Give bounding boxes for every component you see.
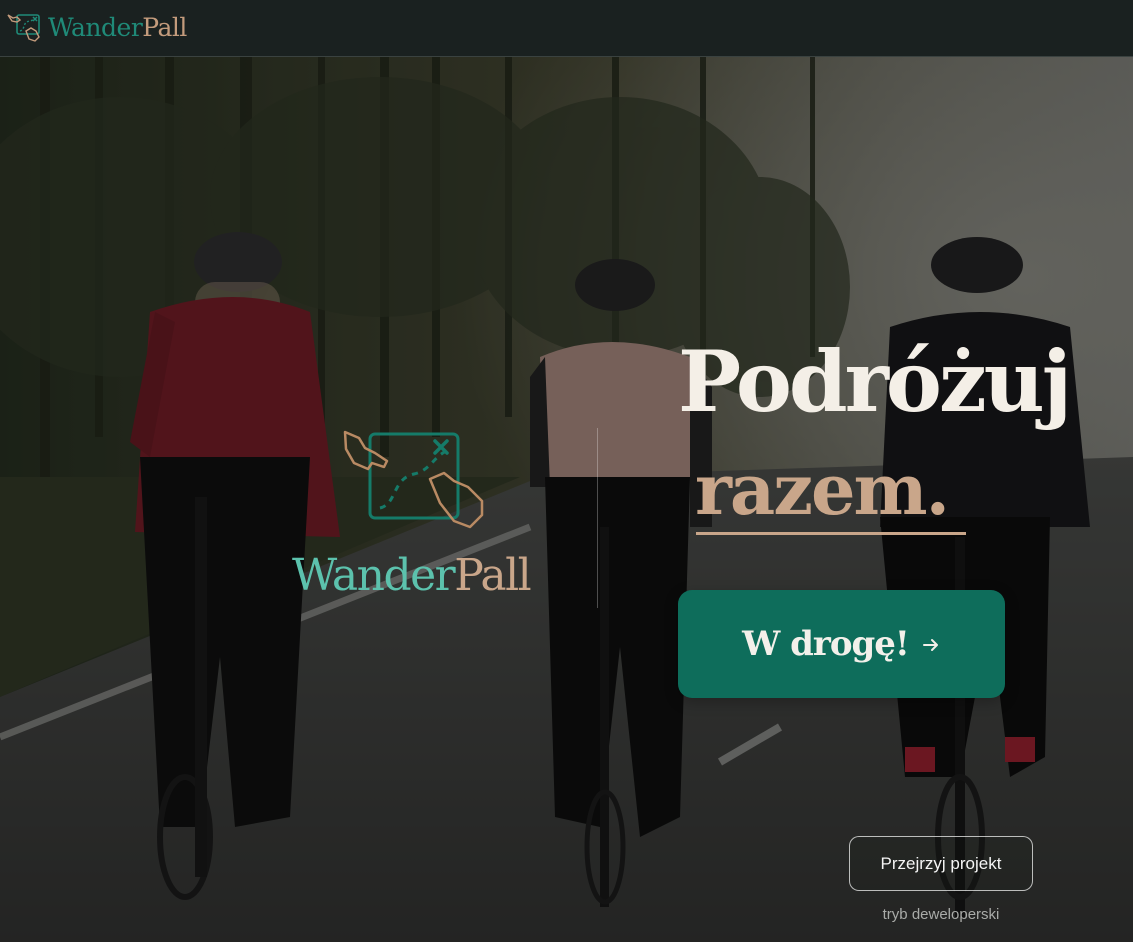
start-journey-label: W drogę! — [742, 624, 910, 664]
arrow-right-icon — [922, 639, 938, 651]
vertical-divider — [597, 428, 598, 608]
start-journey-button[interactable]: W drogę! — [678, 590, 1005, 698]
hero-section — [0, 57, 1133, 942]
headline-line-2: razem. — [695, 448, 950, 531]
map-route-hands-icon — [7, 14, 40, 42]
page: WanderPall WanderPall Podróżuj razem. W … — [0, 0, 1133, 942]
view-project-button[interactable]: Przejrzyj projekt — [849, 836, 1033, 891]
hero-brand-name: WanderPall — [292, 554, 532, 598]
nav-logo-text: WanderPall — [48, 15, 187, 40]
map-route-hands-icon — [343, 430, 484, 529]
hero-brand-wander: Wander — [292, 550, 456, 601]
headline-line-1: Podróżuj — [678, 332, 1072, 431]
dev-mode-label: tryb deweloperski — [882, 906, 1000, 923]
nav-logo-wander: Wander — [48, 12, 143, 42]
nav-logo-link[interactable]: WanderPall — [6, 11, 187, 43]
top-navbar: WanderPall — [0, 0, 1133, 57]
hero-background-image — [0, 57, 1133, 942]
nav-logo-pall: Pall — [142, 12, 187, 42]
hero-brand-pall: Pall — [454, 550, 532, 601]
headline-underline — [696, 532, 966, 535]
